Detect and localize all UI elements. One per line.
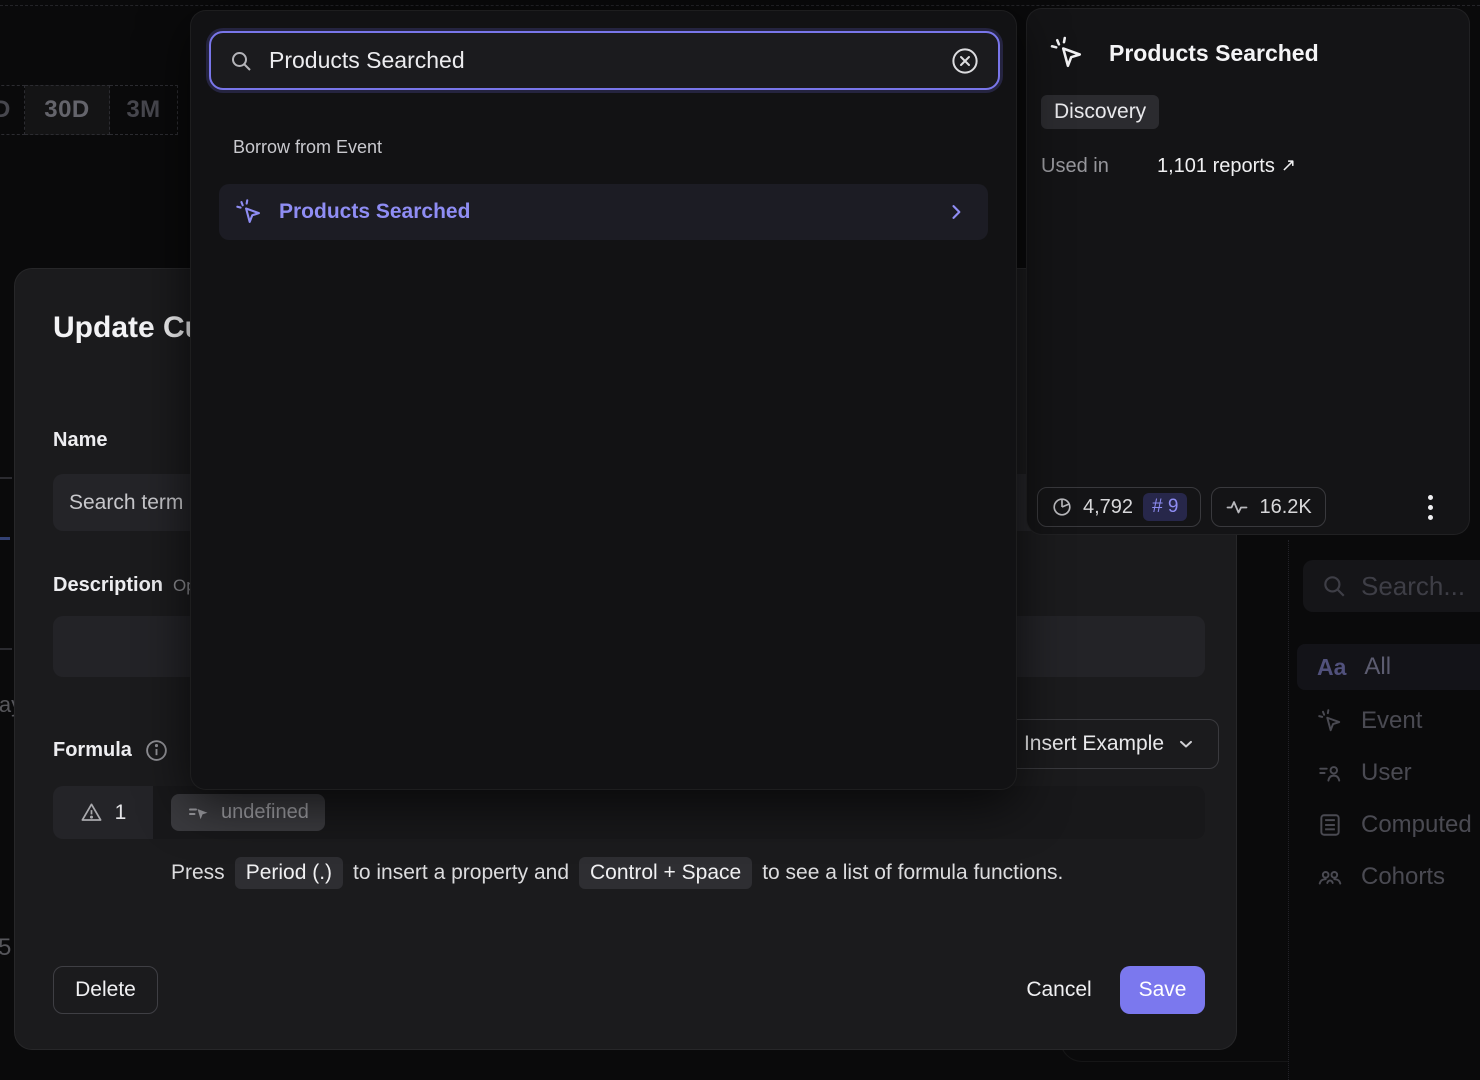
sidebar-search-input[interactable]: Search... — [1303, 560, 1480, 612]
card-header: Products Searched — [1049, 35, 1319, 71]
more-options-button[interactable] — [1428, 495, 1433, 520]
filter-item-label: User — [1361, 759, 1412, 787]
save-button[interactable]: Save — [1120, 966, 1205, 1014]
used-in-row: Used in 1,101 reports ↗ — [1041, 155, 1296, 178]
chevron-right-icon — [946, 202, 966, 222]
time-range-30d[interactable]: 30D — [25, 85, 110, 135]
search-icon — [1321, 573, 1347, 599]
clear-search-button[interactable] — [950, 46, 980, 76]
chart-edge-mark — [0, 477, 12, 479]
formula-label: Formula — [53, 739, 132, 762]
filter-item-label: All — [1364, 653, 1391, 681]
close-circle-icon — [950, 46, 980, 76]
undefined-property-chip[interactable]: undefined — [171, 794, 325, 831]
event-result-row[interactable]: Products Searched — [219, 184, 988, 240]
filter-item-event[interactable]: Event — [1297, 698, 1480, 744]
info-icon[interactable] — [144, 738, 169, 763]
app-root: 7D 30D 3M lay 5 Search... Aa All Event U… — [0, 0, 1480, 1080]
filter-item-cohorts[interactable]: Cohorts — [1297, 854, 1480, 900]
formula-input[interactable]: undefined — [153, 786, 1205, 839]
cohorts-icon — [1317, 864, 1343, 890]
volume-pill[interactable]: 16.2K — [1211, 487, 1325, 527]
warning-icon — [80, 801, 103, 824]
lexicon-filter-sidebar: Search... Aa All Event User Computed Coh… — [1288, 540, 1480, 1080]
insert-example-button[interactable]: Insert Example — [1001, 719, 1219, 769]
formula-error-counter: 1 — [53, 786, 153, 839]
unique-count: 4,792 — [1083, 496, 1133, 519]
category-badge: Discovery — [1041, 95, 1159, 129]
event-cursor-icon — [1317, 708, 1343, 734]
activity-icon — [1225, 495, 1249, 519]
insert-example-label: Insert Example — [1024, 732, 1164, 756]
used-in-link[interactable]: 1,101 reports — [1157, 155, 1275, 178]
event-search-dropdown: Borrow from Event Products Searched — [190, 10, 1017, 790]
time-range-group: 7D 30D 3M — [0, 85, 178, 135]
external-link-icon: ↗ — [1281, 155, 1296, 178]
kbd-period: Period (.) — [235, 857, 343, 889]
event-detail-card: Products Searched Discovery Used in 1,10… — [1026, 8, 1470, 535]
filter-item-user[interactable]: User — [1297, 750, 1480, 796]
search-icon — [229, 49, 253, 73]
event-stats-row: 4,792 # 9 16.2K — [1037, 487, 1461, 527]
rank-badge: # 9 — [1143, 493, 1187, 521]
unique-count-pill[interactable]: 4,792 # 9 — [1037, 487, 1201, 527]
chart-edge-mark — [0, 648, 12, 650]
borrow-from-event-label: Borrow from Event — [233, 137, 382, 158]
event-result-label: Products Searched — [279, 200, 930, 224]
used-in-label: Used in — [1041, 155, 1157, 178]
cancel-button[interactable]: Cancel — [1004, 966, 1114, 1014]
filter-item-label: Event — [1361, 707, 1422, 735]
time-range-7d[interactable]: 7D — [0, 85, 25, 135]
event-cursor-icon — [1049, 35, 1085, 71]
name-label: Name — [53, 429, 107, 452]
chart-edge-tick — [0, 537, 10, 540]
clipped-axis-label: 5 — [0, 934, 11, 962]
chevron-down-icon — [1176, 734, 1196, 754]
event-title: Products Searched — [1109, 40, 1319, 67]
formula-hint: Press Period (.) to insert a property an… — [171, 857, 1063, 889]
property-cursor-icon — [187, 801, 211, 825]
chip-label: undefined — [221, 801, 309, 824]
user-icon — [1317, 760, 1343, 786]
event-search-field[interactable] — [209, 31, 1000, 90]
text-type-icon: Aa — [1317, 654, 1346, 681]
modal-title: Update Cu — [53, 311, 203, 345]
top-divider — [0, 5, 1480, 6]
filter-item-all[interactable]: Aa All — [1297, 644, 1480, 690]
delete-button[interactable]: Delete — [53, 966, 158, 1014]
formula-label-row: Formula — [53, 738, 169, 763]
volume-count: 16.2K — [1259, 496, 1311, 519]
time-range-3m[interactable]: 3M — [110, 85, 178, 135]
event-cursor-icon — [235, 198, 263, 226]
filter-item-computed[interactable]: Computed — [1297, 802, 1480, 848]
filter-item-label: Computed — [1361, 811, 1472, 839]
event-search-input[interactable] — [269, 47, 934, 74]
calculator-icon — [1317, 812, 1343, 838]
filter-item-label: Cohorts — [1361, 863, 1445, 891]
error-count: 1 — [115, 801, 127, 825]
kbd-control-space: Control + Space — [579, 857, 752, 889]
pie-chart-icon — [1051, 496, 1073, 518]
formula-editor[interactable]: 1 undefined — [53, 786, 1205, 839]
sidebar-search-placeholder: Search... — [1361, 571, 1465, 602]
